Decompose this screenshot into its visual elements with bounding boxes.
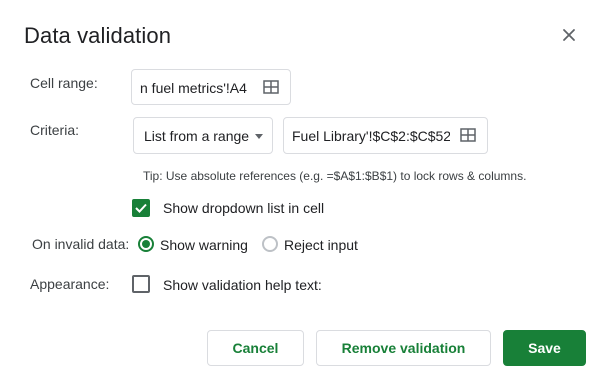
invalid-data-label: On invalid data:: [32, 236, 130, 252]
appearance-label: Appearance:: [30, 276, 110, 292]
help-text-label[interactable]: Show validation help text:: [163, 277, 322, 293]
show-dropdown-checkbox[interactable]: [132, 199, 150, 217]
criteria-type-value: List from a range: [144, 128, 250, 144]
chevron-down-icon: [255, 134, 263, 139]
criteria-range-value: Fuel Library'!$C$2:$C$52: [292, 128, 450, 144]
show-warning-label[interactable]: Show warning: [160, 237, 248, 253]
show-dropdown-label[interactable]: Show dropdown list in cell: [163, 200, 324, 216]
help-text-checkbox[interactable]: [132, 275, 150, 293]
cell-range-label: Cell range:: [30, 75, 98, 91]
close-icon[interactable]: [559, 25, 579, 45]
criteria-type-dropdown[interactable]: List from a range: [133, 117, 273, 154]
cancel-button[interactable]: Cancel: [207, 330, 304, 366]
remove-validation-button[interactable]: Remove validation: [316, 330, 491, 366]
reject-input-label[interactable]: Reject input: [284, 237, 358, 253]
show-warning-radio[interactable]: [138, 236, 154, 252]
criteria-label: Criteria:: [30, 122, 80, 138]
criteria-range-input[interactable]: Fuel Library'!$C$2:$C$52: [283, 117, 488, 154]
reject-input-radio[interactable]: [262, 236, 278, 252]
tip-text: Tip: Use absolute references (e.g. =$A$1…: [143, 169, 527, 183]
dialog-title: Data validation: [24, 23, 172, 48]
grid-icon[interactable]: [460, 128, 476, 142]
data-validation-dialog: Data validation Cell range: n fuel metri…: [0, 0, 612, 390]
grid-icon[interactable]: [263, 80, 279, 94]
save-button[interactable]: Save: [503, 330, 586, 366]
cell-range-value: n fuel metrics'!A4: [140, 80, 247, 96]
cell-range-input[interactable]: n fuel metrics'!A4: [131, 69, 291, 105]
